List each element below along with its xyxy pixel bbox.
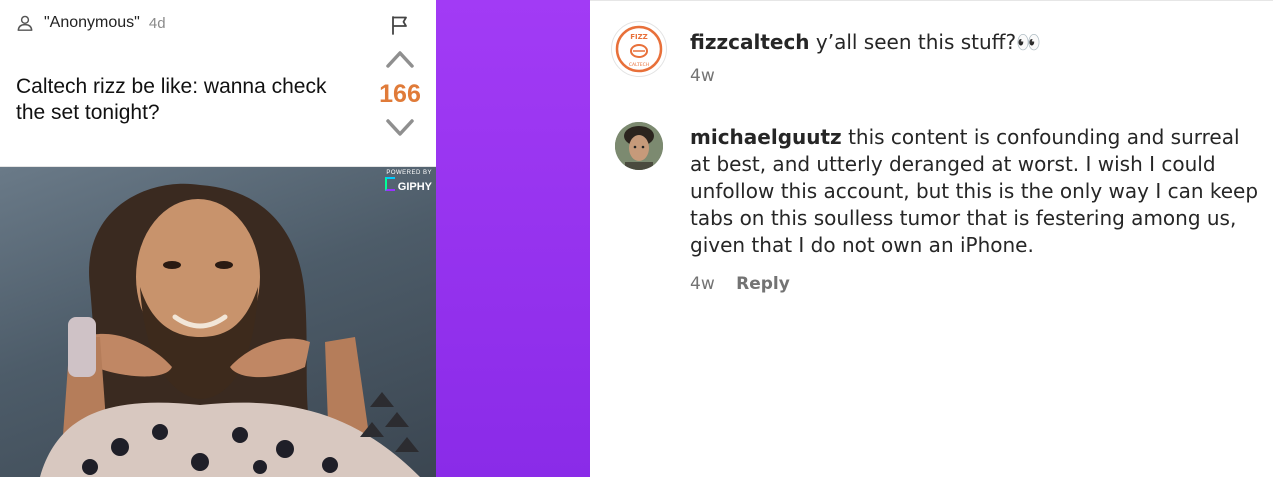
post-gif[interactable]: POWERED BY GIPHY <box>0 167 436 477</box>
purple-background <box>436 0 590 477</box>
fizz-avatar-text-bottom: CALTECH <box>629 62 649 68</box>
chevron-up-icon[interactable] <box>385 48 415 70</box>
flag-icon[interactable] <box>389 14 411 36</box>
giphy-powered-label: POWERED BY <box>386 170 432 176</box>
reply-button[interactable]: Reply <box>736 274 790 294</box>
comment-1-meta: 4w <box>690 66 715 86</box>
fizz-avatar[interactable]: FIZZ CALTECH <box>611 21 667 77</box>
post-text: Caltech rizz be like: wanna check the se… <box>16 75 327 124</box>
user-icon <box>17 15 33 31</box>
post-author: "Anonymous" <box>44 14 140 31</box>
post-age: 4d <box>148 14 166 32</box>
avatar-photo <box>615 122 663 170</box>
giphy-mark-icon <box>384 177 395 191</box>
gif-illustration <box>40 183 420 477</box>
comment-1-body: fizzcaltech y’all seen this stuff?👀 <box>690 29 1260 56</box>
michael-avatar[interactable] <box>615 122 663 170</box>
comment-1-time: 4w <box>690 66 715 86</box>
comments-panel: FIZZ CALTECH fizzcaltech y’all seen this… <box>590 0 1273 478</box>
comment-2-meta: 4w Reply <box>690 274 790 294</box>
post-card: "Anonymous" 4d Caltech rizz be like: wan… <box>0 0 436 477</box>
giphy-label: GIPHY <box>397 181 432 193</box>
chevron-down-icon[interactable] <box>385 117 415 139</box>
comment-1-username[interactable]: fizzcaltech <box>690 30 810 54</box>
comment-2-time: 4w <box>690 274 715 294</box>
fizz-logo-icon: FIZZ CALTECH <box>615 25 663 73</box>
comment-1-text: y’all seen this stuff?👀 <box>815 30 1041 54</box>
fizz-avatar-text-top: FIZZ <box>630 33 648 41</box>
comment-2-body: michaelguutz this content is confounding… <box>690 124 1260 259</box>
giphy-logo: POWERED BY GIPHY <box>384 170 432 195</box>
comment-2-username[interactable]: michaelguutz <box>690 125 842 149</box>
post-header: "Anonymous" 4d <box>16 14 166 32</box>
vote-count: 166 <box>379 80 421 108</box>
vote-widget: 166 <box>374 48 426 139</box>
